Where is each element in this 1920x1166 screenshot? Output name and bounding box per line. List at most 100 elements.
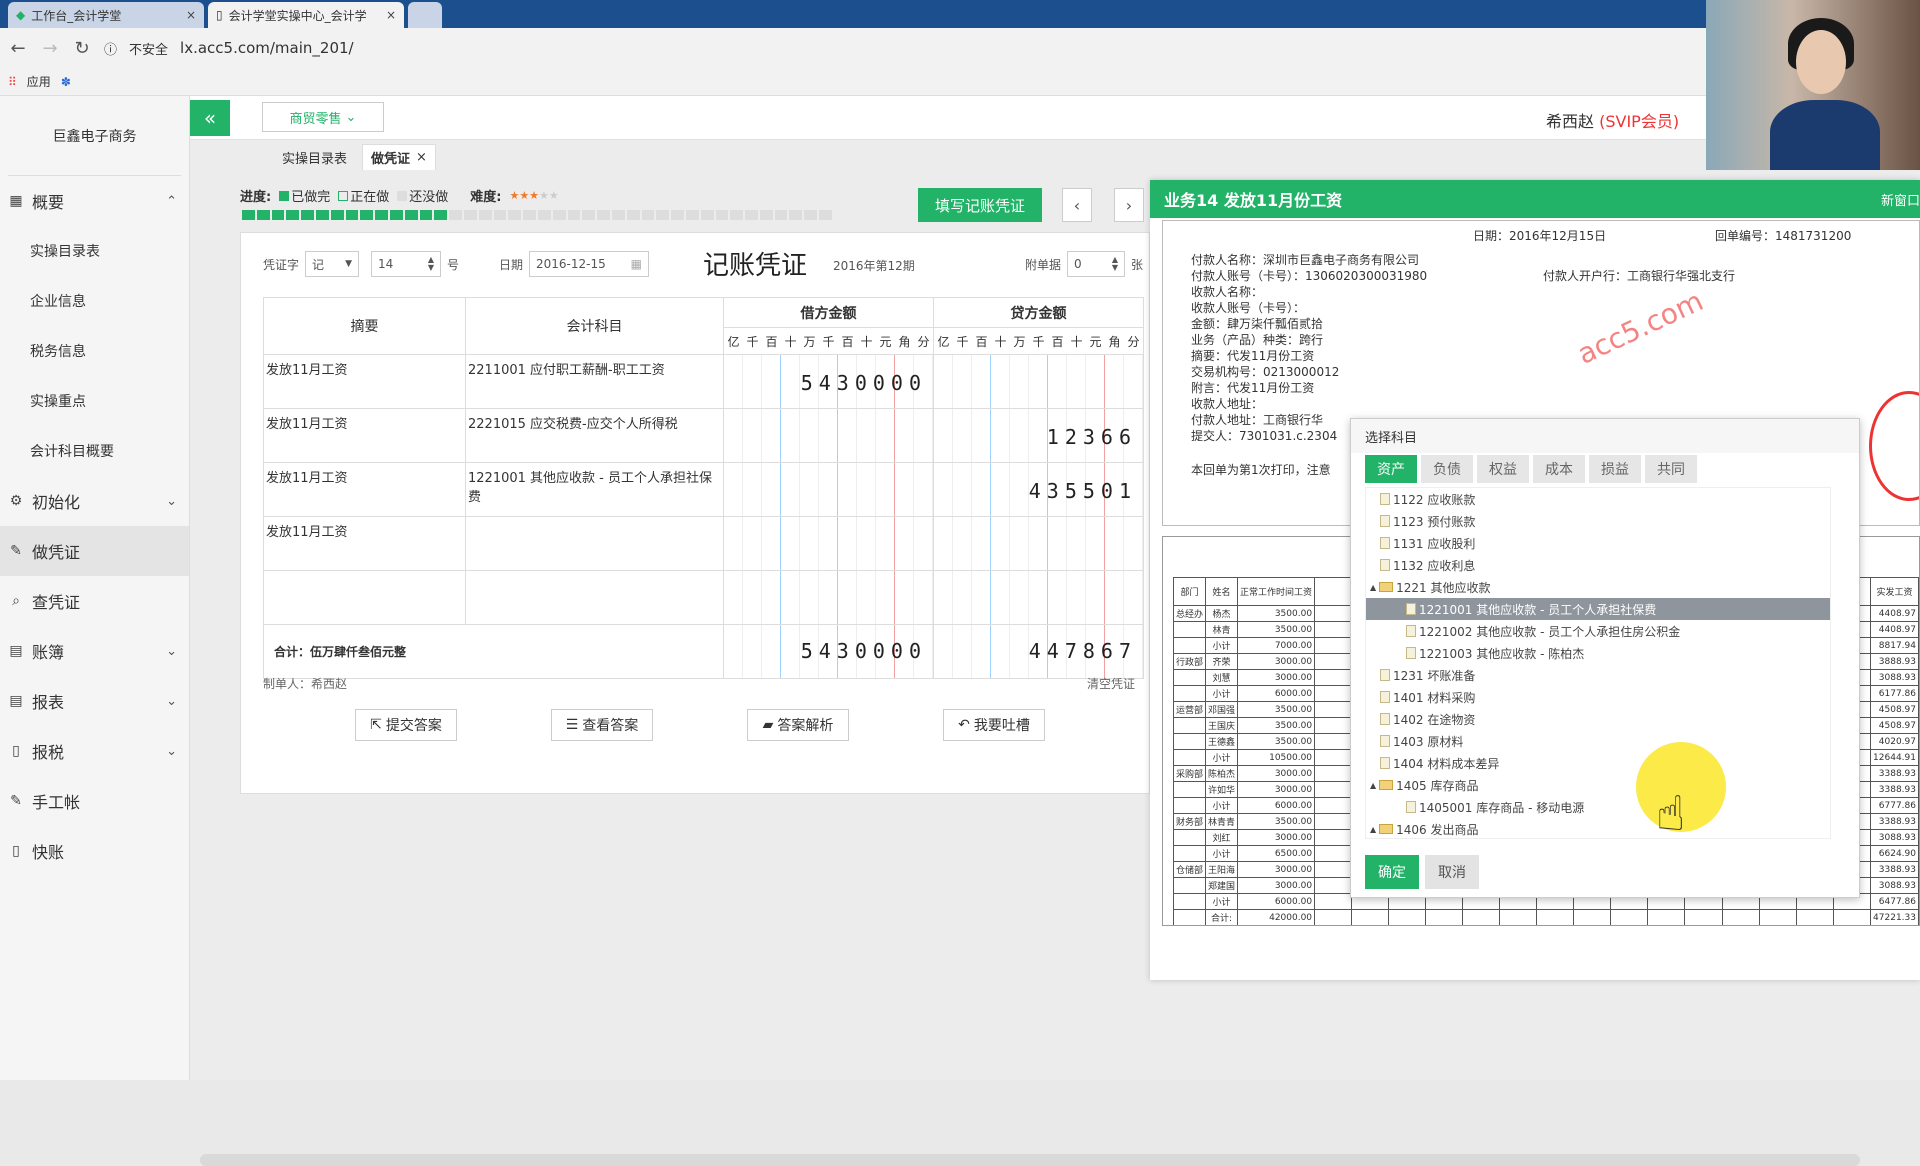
debit-cell[interactable]: [723, 408, 934, 463]
industry-select[interactable]: 商贸零售 ⌄: [262, 102, 384, 132]
date-input[interactable]: 2016-12-15 ▦: [529, 251, 650, 277]
summary-cell[interactable]: 发放11月工资: [263, 354, 466, 409]
debit-cell[interactable]: [723, 516, 934, 571]
unit-label: 千: [956, 334, 969, 349]
tree-node[interactable]: 1402 在途物资: [1366, 708, 1830, 730]
sidebar-item-overview[interactable]: ▦ 概要 ⌃: [0, 176, 189, 226]
close-icon[interactable]: ×: [416, 150, 427, 165]
next-button[interactable]: ›: [1114, 188, 1144, 222]
debit-cell[interactable]: [723, 462, 934, 517]
close-icon[interactable]: ×: [186, 8, 196, 22]
tree-node[interactable]: 1231 坏账准备: [1366, 664, 1830, 686]
browser-tab[interactable]: ◆ 工作台_会计学堂 ×: [8, 2, 204, 28]
forward-icon[interactable]: →: [40, 38, 60, 59]
sidebar-subitem[interactable]: 实操目录表: [0, 226, 189, 276]
ok-button[interactable]: 确定: [1365, 855, 1419, 889]
voucher-word-select[interactable]: 记 ▼: [305, 251, 360, 277]
tree-node[interactable]: 1221003 其他应收款 - 陈柏杰: [1366, 642, 1830, 664]
new-tab-button[interactable]: [408, 2, 442, 28]
presenter-face: [1796, 30, 1846, 94]
credit-cell[interactable]: 12366: [933, 408, 1144, 463]
answer-analysis-button[interactable]: ▰ 答案解析: [747, 709, 849, 741]
sidebar-item-tax[interactable]: ▯ 报税 ⌄: [0, 726, 189, 776]
horizontal-scrollbar[interactable]: [200, 1154, 1860, 1166]
reload-icon[interactable]: ↻: [72, 38, 92, 59]
expand-toggle-icon[interactable]: ▲: [1370, 781, 1376, 790]
expand-toggle-icon[interactable]: ▲: [1370, 825, 1376, 834]
submit-answer-button[interactable]: ⇱ 提交答案: [355, 709, 457, 741]
summary-cell[interactable]: [263, 570, 466, 625]
tree-node[interactable]: 1403 原材料: [1366, 730, 1830, 752]
salary-cell: [1314, 605, 1353, 622]
salary-cell: 3000.00: [1237, 781, 1316, 798]
user-info[interactable]: 希西赵 (SVIP会员): [1546, 108, 1679, 132]
tab-liability[interactable]: 负债: [1421, 455, 1473, 483]
tab-asset[interactable]: 资产: [1365, 455, 1417, 483]
tree-node[interactable]: 1221001 其他应收款 - 员工个人承担社保费: [1366, 598, 1830, 620]
sidebar-item-quick[interactable]: ▯ 快账: [0, 826, 189, 876]
browser-tab-active[interactable]: ▯ 会计学堂实操中心_会计学 ×: [208, 2, 404, 28]
sidebar-item-voucher[interactable]: ✎ 做凭证: [0, 526, 189, 576]
account-cell[interactable]: [465, 570, 724, 625]
new-window-link[interactable]: 新窗口: [1881, 190, 1920, 209]
debit-cell[interactable]: 5430000: [723, 354, 934, 409]
back-icon[interactable]: ←: [8, 38, 28, 59]
sidebar-subitem[interactable]: 税务信息: [0, 326, 189, 376]
tab-voucher[interactable]: 做凭证 ×: [362, 144, 436, 170]
summary-cell[interactable]: 发放11月工资: [263, 408, 466, 463]
tree-node[interactable]: 1123 预付账款: [1366, 510, 1830, 532]
credit-cell[interactable]: [933, 354, 1144, 409]
credit-cell[interactable]: [933, 516, 1144, 571]
clear-voucher-link[interactable]: 清空凭证: [1087, 675, 1135, 692]
tree-node[interactable]: ▲ 1405 库存商品: [1366, 774, 1830, 796]
tab-common[interactable]: 共同: [1645, 455, 1697, 483]
account-cell[interactable]: 2221015 应交税费-应交个人所得税: [465, 408, 724, 463]
tree-node[interactable]: 1404 材料成本差异: [1366, 752, 1830, 774]
sidebar-subitem[interactable]: 企业信息: [0, 276, 189, 326]
close-icon[interactable]: ×: [386, 8, 396, 22]
sidebar-item-report[interactable]: ▤ 报表 ⌄: [0, 676, 189, 726]
tab-equity[interactable]: 权益: [1477, 455, 1529, 483]
tab-profit[interactable]: 损益: [1589, 455, 1641, 483]
cancel-button[interactable]: 取消: [1425, 855, 1479, 889]
tab-catalog[interactable]: 实操目录表: [274, 144, 355, 170]
collapse-sidebar-button[interactable]: «: [190, 100, 230, 136]
credit-cell[interactable]: [933, 570, 1144, 625]
unit-label: 元: [879, 334, 892, 349]
baidu-icon[interactable]: ✽: [61, 75, 71, 89]
unit-label: 千: [746, 334, 759, 349]
attachment-stepper[interactable]: 0 ▲ ▼: [1067, 251, 1126, 277]
sidebar-subitem[interactable]: 实操重点: [0, 376, 189, 426]
voucher-number-stepper[interactable]: 14 ▲ ▼: [371, 251, 442, 277]
account-cell[interactable]: 1221001 其他应收款 - 员工个人承担社保费: [465, 462, 724, 517]
account-cell[interactable]: [465, 516, 724, 571]
tree-node[interactable]: ▲ 1406 发出商品: [1366, 818, 1830, 838]
fill-voucher-button[interactable]: 填写记账凭证: [918, 188, 1042, 222]
tab-cost[interactable]: 成本: [1533, 455, 1585, 483]
sidebar-subitem[interactable]: 会计科目概要: [0, 426, 189, 476]
summary-cell[interactable]: 发放11月工资: [263, 462, 466, 517]
tree-node[interactable]: 1122 应收账款: [1366, 488, 1830, 510]
sidebar-item-init[interactable]: ⚙ 初始化 ⌄: [0, 476, 189, 526]
tree-node[interactable]: 1221002 其他应收款 - 员工个人承担住房公积金: [1366, 620, 1830, 642]
expand-toggle-icon[interactable]: ▲: [1370, 583, 1376, 592]
tree-node[interactable]: 1131 应收股利: [1366, 532, 1830, 554]
account-cell[interactable]: 2211001 应付职工薪酬-职工工资: [465, 354, 724, 409]
view-answer-button[interactable]: ☰ 查看答案: [551, 709, 653, 741]
feedback-button[interactable]: ↶ 我要吐槽: [943, 709, 1045, 741]
sidebar-item-manual[interactable]: ✎ 手工帐: [0, 776, 189, 826]
stepper-icon: ▲ ▼: [1111, 255, 1119, 272]
tree-node[interactable]: 1405001 库存商品 - 移动电源: [1366, 796, 1830, 818]
tree-node[interactable]: 1401 材料采购: [1366, 686, 1830, 708]
prev-button[interactable]: ‹: [1062, 188, 1092, 222]
credit-cell[interactable]: 435501: [933, 462, 1144, 517]
url-input[interactable]: lx.acc5.com/main_201/: [180, 39, 354, 57]
sidebar-item-search-voucher[interactable]: ⌕ 查凭证: [0, 576, 189, 626]
tree-node[interactable]: ▲ 1221 其他应收款: [1366, 576, 1830, 598]
apps-label[interactable]: 应用: [27, 73, 51, 90]
sidebar-item-ledger[interactable]: ▤ 账簿 ⌄: [0, 626, 189, 676]
tree-node[interactable]: 1132 应收利息: [1366, 554, 1830, 576]
apps-icon[interactable]: ⠿: [8, 75, 17, 89]
debit-cell[interactable]: [723, 570, 934, 625]
summary-cell[interactable]: 发放11月工资: [263, 516, 466, 571]
